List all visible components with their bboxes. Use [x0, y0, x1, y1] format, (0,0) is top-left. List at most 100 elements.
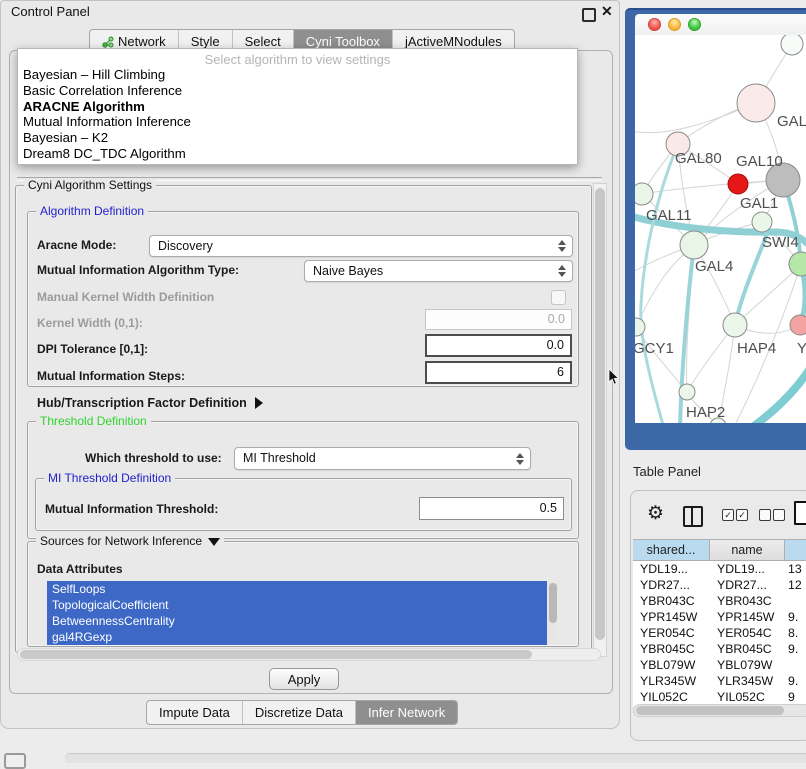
scrollbar-thumb[interactable]	[549, 583, 557, 623]
cell: YIL052C	[710, 689, 785, 705]
checked-checkbox-icon[interactable]: ✓	[736, 509, 748, 521]
node-label: SWI4	[762, 234, 799, 251]
dropdown-item[interactable]: Basic Correlation Inference	[18, 83, 577, 99]
settings-vertical-scrollbar[interactable]	[593, 183, 607, 657]
column-header-partial[interactable]	[785, 540, 806, 561]
mi-threshold-label: Mutual Information Threshold:	[45, 502, 218, 516]
network-node-gal11[interactable]	[635, 183, 653, 205]
table-row[interactable]: YIL052CYIL052C9	[633, 689, 806, 705]
manual-kernel-width-label: Manual Kernel Width Definition	[37, 290, 214, 304]
collapsed-panel-icon[interactable]	[4, 753, 26, 769]
tab-label: Discretize Data	[255, 701, 343, 724]
cell: YIL052C	[633, 689, 710, 705]
float-panel-icon[interactable]	[582, 8, 596, 22]
list-item[interactable]: SelfLoops	[47, 581, 558, 597]
which-threshold-label: Which threshold to use:	[85, 451, 222, 465]
table-row[interactable]: YBR043CYBR043C	[633, 593, 806, 609]
scrollbar-thumb[interactable]	[595, 188, 605, 640]
network-node-gal4[interactable]	[680, 231, 708, 259]
mi-algorithm-type-select[interactable]: Naive Bayes	[304, 260, 573, 282]
mi-threshold-field[interactable]: 0.5	[419, 497, 564, 520]
table-row[interactable]: YBL079WYBL079W	[633, 657, 806, 673]
table-body[interactable]: YDL19...YDL19...13 YDR27...YDR27...12 YB…	[633, 561, 806, 707]
split-columns-icon[interactable]	[683, 506, 703, 527]
table-row[interactable]: YDL19...YDL19...13	[633, 561, 806, 577]
kernel-width-field[interactable]: 0.0	[425, 309, 572, 330]
manual-kernel-width-checkbox[interactable]	[551, 290, 566, 305]
gear-icon[interactable]: ⚙	[647, 502, 664, 525]
network-node-hap4[interactable]	[723, 313, 747, 337]
table-row[interactable]: YDR27...YDR27...12	[633, 577, 806, 593]
network-graph: GAL GAL80 GAL10 GAL11 GAL1 SWI4 GAL4 GCY…	[635, 35, 806, 423]
close-traffic-light[interactable]	[648, 18, 661, 31]
data-attributes-list[interactable]: SelfLoops TopologicalCoefficient Between…	[47, 581, 558, 645]
tab-discretize-data[interactable]: Discretize Data	[243, 701, 356, 724]
cell: YBL079W	[710, 657, 785, 673]
expand-right-icon	[255, 397, 263, 409]
close-icon[interactable]: ✕	[601, 3, 613, 20]
network-node-hap2[interactable]	[679, 384, 695, 400]
table-row[interactable]: YBR045CYBR045C9.	[633, 641, 806, 657]
list-item[interactable]: TopologicalCoefficient	[47, 597, 558, 613]
table-row[interactable]: YPR145WYPR145W9.	[633, 609, 806, 625]
list-scrollbar[interactable]	[547, 581, 558, 645]
network-node-swi4[interactable]	[789, 252, 806, 276]
control-panel-title: Control Panel	[11, 4, 90, 19]
dropdown-item[interactable]: Mutual Information Inference	[18, 114, 577, 130]
settings-horizontal-scrollbar[interactable]	[17, 648, 601, 661]
zoom-traffic-light[interactable]	[688, 18, 701, 31]
cell: YLR345W	[710, 673, 785, 689]
sources-group-title[interactable]: Sources for Network Inference	[36, 534, 224, 548]
sources-title-label: Sources for Network Inference	[40, 534, 202, 548]
scrollbar-thumb[interactable]	[20, 650, 532, 659]
selected-value: MI Threshold	[243, 451, 316, 465]
column-header-shared-name[interactable]: shared...	[633, 540, 710, 561]
dpi-tolerance-label: DPI Tolerance [0,1]:	[37, 342, 148, 356]
cell: YDL19...	[710, 561, 785, 577]
dpi-tolerance-field[interactable]: 0.0	[425, 334, 572, 357]
apply-button[interactable]: Apply	[269, 668, 339, 690]
dropdown-item[interactable]: Bayesian – K2	[18, 130, 577, 146]
table-row[interactable]: YLR345WYLR345W9.	[633, 673, 806, 689]
network-node[interactable]	[781, 35, 803, 55]
hub-definition-expander[interactable]: Hub/Transcription Factor Definition	[37, 396, 263, 410]
network-node[interactable]	[790, 315, 806, 335]
network-node-selected-red[interactable]	[728, 174, 748, 194]
group-title: Threshold Definition	[36, 414, 151, 428]
scrollbar-thumb[interactable]	[636, 706, 784, 715]
cell: YBL079W	[633, 657, 710, 673]
which-threshold-select[interactable]: MI Threshold	[234, 447, 531, 470]
network-icon	[102, 36, 114, 48]
dropdown-item[interactable]: Dream8 DC_TDC Algorithm	[18, 146, 577, 162]
checked-checkbox-icon[interactable]: ✓	[722, 509, 734, 521]
network-window-titlebar[interactable]	[635, 14, 806, 36]
mi-steps-field[interactable]: 6	[425, 361, 572, 384]
cell: YER054C	[633, 625, 710, 641]
cell: YPR145W	[710, 609, 785, 625]
cell: 13	[785, 561, 806, 577]
unchecked-checkbox-icon[interactable]	[759, 509, 771, 521]
dropdown-item-aracne[interactable]: ARACNE Algorithm	[18, 99, 577, 115]
network-canvas[interactable]: GAL GAL80 GAL10 GAL11 GAL1 SWI4 GAL4 GCY…	[635, 35, 806, 423]
aracne-mode-select[interactable]: Discovery	[149, 235, 573, 257]
cell: 9.	[785, 609, 806, 625]
group-title: MI Threshold Definition	[44, 471, 175, 485]
new-table-icon[interactable]	[794, 501, 806, 525]
tab-infer-network[interactable]: Infer Network	[356, 701, 457, 724]
stepper-arrows-icon	[557, 239, 566, 253]
tab-impute-data[interactable]: Impute Data	[147, 701, 243, 724]
column-header-name[interactable]: name	[710, 540, 785, 561]
cell: YDR27...	[633, 577, 710, 593]
dropdown-item[interactable]: Bayesian – Hill Climbing	[18, 67, 577, 83]
dropdown-placeholder: Select algorithm to view settings	[18, 52, 577, 67]
list-item[interactable]: gal4RGexp	[47, 629, 558, 645]
network-node[interactable]	[737, 84, 775, 122]
minimize-traffic-light[interactable]	[668, 18, 681, 31]
unchecked-checkbox-icon[interactable]	[773, 509, 785, 521]
network-node-gal1[interactable]	[752, 212, 772, 232]
node-label: GAL11	[646, 207, 692, 224]
node-label: HAP4	[737, 340, 776, 357]
table-horizontal-scrollbar[interactable]	[633, 704, 806, 717]
list-item[interactable]: BetweennessCentrality	[47, 613, 558, 629]
table-row[interactable]: YER054CYER054C8.	[633, 625, 806, 641]
